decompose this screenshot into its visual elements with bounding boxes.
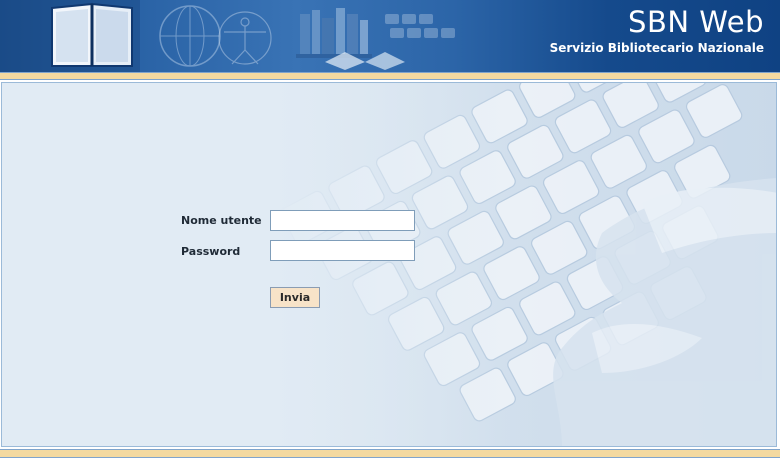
password-field[interactable]	[270, 240, 415, 261]
username-label: Nome utente	[181, 214, 262, 227]
header-title-block: SBN Web Servizio Bibliotecario Nazionale	[550, 6, 764, 56]
header-banner: SBN Web Servizio Bibliotecario Nazionale	[0, 0, 780, 72]
app-title: SBN Web	[628, 5, 764, 39]
login-form: Nome utente Password Invia	[2, 83, 776, 446]
bottom-separator-bar	[0, 449, 780, 458]
app-subtitle: Servizio Bibliotecario Nazionale	[549, 41, 764, 55]
open-book-icon	[51, 2, 133, 67]
login-panel: Nome utente Password Invia	[1, 82, 777, 447]
globe-icon	[159, 5, 221, 67]
library-collage-image	[0, 0, 455, 72]
password-label: Password	[181, 245, 241, 258]
vitruvian-figure-icon	[218, 11, 272, 65]
keyboard-strip-icon	[385, 14, 455, 38]
bookshelf-icon	[296, 8, 372, 58]
top-separator-bar	[0, 72, 780, 80]
username-field[interactable]	[270, 210, 415, 231]
submit-button[interactable]: Invia	[270, 287, 320, 308]
